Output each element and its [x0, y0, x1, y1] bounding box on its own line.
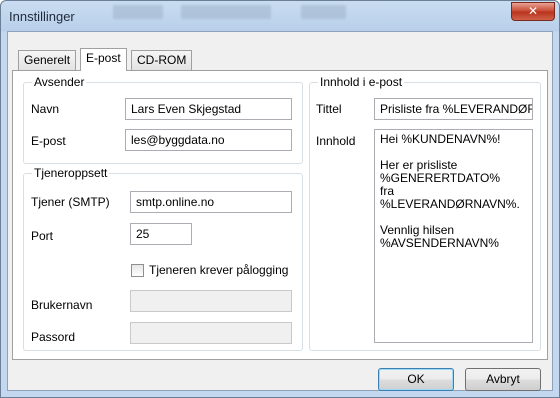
name-label: Navn: [31, 102, 60, 116]
ok-button[interactable]: OK: [378, 368, 454, 391]
email-label: E-post: [31, 134, 66, 148]
email-field[interactable]: les@byggdata.no: [125, 129, 292, 151]
username-label: Brukernavn: [31, 298, 93, 312]
auth-required-checkbox[interactable]: [131, 264, 144, 277]
tab-panel-e-post: Avsender Navn Lars Even Skjegstad E-post…: [12, 70, 548, 360]
auth-required-label[interactable]: Tjeneren krever pålogging: [149, 263, 288, 277]
settings-dialog: Innstillinger ✕ Generelt E-post CD-ROM A…: [0, 0, 560, 398]
tab-e-post[interactable]: E-post: [80, 48, 127, 71]
close-button[interactable]: ✕: [511, 2, 555, 21]
tab-generelt[interactable]: Generelt: [18, 50, 77, 70]
subject-field[interactable]: Prisliste fra %LEVERANDØRNAVN%: [374, 98, 533, 120]
password-field[interactable]: [130, 322, 292, 344]
background-window-title-ghost: [113, 5, 163, 19]
sender-groupbox: Avsender: [23, 75, 303, 164]
port-label: Port: [31, 229, 54, 243]
window-title: Innstillinger: [9, 9, 75, 24]
cancel-button[interactable]: Avbryt: [465, 368, 541, 391]
smtp-label: Tjener (SMTP): [31, 195, 110, 209]
port-field[interactable]: 25: [130, 223, 192, 245]
smtp-server-field[interactable]: smtp.online.no: [130, 191, 292, 213]
server-group-label: Tjeneroppsett: [32, 166, 110, 180]
username-field[interactable]: [130, 290, 292, 312]
tab-cd-rom[interactable]: CD-ROM: [131, 50, 193, 70]
body-textarea[interactable]: Hei %KUNDENAVN%! Her er prisliste %GENER…: [374, 129, 533, 343]
name-field[interactable]: Lars Even Skjegstad: [125, 98, 292, 120]
close-icon: ✕: [527, 4, 539, 18]
title-bar[interactable]: Innstillinger ✕: [1, 1, 559, 31]
background-window-title-ghost: [301, 5, 346, 19]
password-label: Passord: [31, 330, 76, 344]
content-group-label: Innhold i e-post: [318, 75, 405, 89]
body-label: Innhold: [316, 134, 356, 148]
background-window-title-ghost: [181, 5, 271, 19]
subject-label: Tittel: [316, 102, 342, 116]
dialog-client-area: Generelt E-post CD-ROM Avsender Navn Lar…: [7, 31, 553, 391]
sender-group-label: Avsender: [32, 75, 87, 89]
